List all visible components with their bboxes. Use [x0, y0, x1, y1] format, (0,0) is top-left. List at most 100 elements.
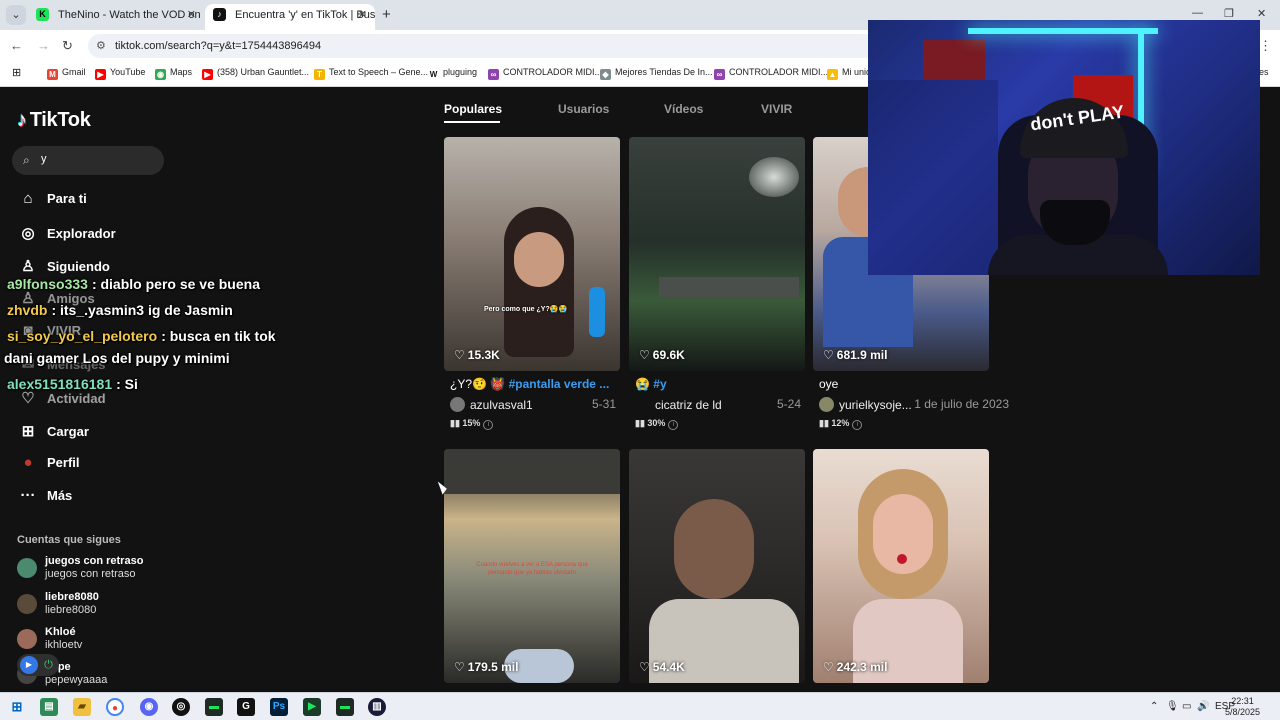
heart-icon: ♡	[454, 660, 465, 674]
nav-cargar[interactable]: ⊞ Cargar	[17, 422, 89, 448]
system-clock[interactable]: 22:31 5/8/2025	[1225, 696, 1260, 718]
bookmark-youtube[interactable]: ▶ YouTube	[95, 67, 145, 80]
network-icon[interactable]: ▭	[1182, 701, 1191, 712]
video-thumbnail[interactable]: Pero como que ¿Y?😭😭	[444, 137, 620, 371]
chrome-icon[interactable]: ●	[106, 698, 124, 716]
video-thumbnail[interactable]: Cuando vuelves a ver a ESA persona que p…	[444, 449, 620, 683]
heart-icon: ♡	[823, 348, 834, 362]
volume-icon[interactable]: 🔊	[1197, 701, 1209, 712]
compass-icon: ◎	[21, 225, 35, 242]
video-author[interactable]: yurielkysoje... 1 de julio de 2023	[819, 397, 1009, 413]
terminal-app-icon[interactable]: ▤	[40, 698, 58, 716]
bookmark-text-to-speech[interactable]: T Text to Speech – Gene...	[314, 67, 428, 80]
search-input[interactable]: ⌕ y	[12, 146, 164, 175]
like-count: ♡ 179.5 mil	[454, 660, 519, 674]
url-input[interactable]: ⚙ tiktok.com/search?q=y&t=1754443896494	[88, 34, 888, 58]
nav-mas[interactable]: ··· Más	[17, 487, 73, 513]
chat-message: si_soy_yo_el_pelotero: busca en tik tok	[7, 328, 276, 344]
tiktok-logo[interactable]: ♪ TikTok	[17, 109, 91, 132]
discord-icon[interactable]: ◉	[140, 698, 158, 716]
kick-app-icon[interactable]: ▬	[205, 698, 223, 716]
reload-icon[interactable]: ↻	[62, 38, 73, 54]
streamlabs-icon[interactable]: ▶	[303, 698, 321, 716]
video-caption[interactable]: ¿Y?🤨 👹 #pantalla verde ...	[450, 377, 620, 391]
tiktok-note-icon: ♪	[17, 109, 27, 131]
avatar	[819, 397, 834, 412]
bar-chart-icon: ▮▮	[635, 418, 645, 428]
windows-taskbar: ⊞ ▤ ▰ ● ◉ ◎ ▬ G Ps ▶ ▬ ▥ ⌃ 🎙 ▭ 🔊 ESP 22:…	[0, 692, 1280, 720]
wall-flag	[923, 40, 985, 80]
avatar	[635, 397, 650, 412]
windows-start-icon[interactable]: ⊞	[8, 698, 26, 716]
chat-message: dani gamer Los del pupy y minimi	[4, 350, 230, 366]
video-caption[interactable]: 😭 #y	[635, 377, 805, 391]
apps-grid-icon[interactable]: ⊞	[12, 66, 21, 79]
url-text: tiktok.com/search?q=y&t=1754443896494	[115, 40, 322, 52]
bookmark-gmail[interactable]: M Gmail	[47, 67, 86, 80]
profile-icon: ●	[23, 454, 33, 471]
nav-perfil[interactable]: ● Perfil	[17, 454, 79, 480]
tab-tiktok[interactable]: ♪ Encuentra 'y' en TikTok | Busca co ✕	[205, 4, 375, 30]
tray-chevron-icon[interactable]: ⌃	[1150, 701, 1158, 712]
store-icon: ◆	[600, 69, 611, 80]
video-thumbnail[interactable]	[629, 449, 805, 683]
like-count: ♡ 242.3 mil	[823, 660, 888, 674]
logitech-icon[interactable]: G	[237, 698, 255, 716]
bookmark-pluguing[interactable]: Wpluguing	[428, 67, 477, 80]
nav-para-ti[interactable]: ⌂ Para ti	[17, 190, 86, 216]
restore-icon[interactable]: ❐	[1224, 7, 1234, 20]
photoshop-icon[interactable]: Ps	[270, 698, 288, 716]
bookmark-tiendas[interactable]: ◆ Mejores Tiendas De In...	[600, 67, 713, 80]
video-caption[interactable]: oye	[819, 377, 989, 391]
floating-mini-player[interactable]: ▶ ⏻	[17, 654, 59, 676]
tab-vivir[interactable]: VIVIR	[761, 102, 792, 116]
kick-app-icon-2[interactable]: ▬	[336, 698, 354, 716]
info-icon[interactable]: i	[483, 420, 494, 430]
bookmark-midi-2[interactable]: ∞ CONTROLADOR MIDI...	[714, 67, 828, 80]
obs-icon[interactable]: ◎	[172, 698, 190, 716]
info-icon[interactable]: i	[852, 420, 863, 430]
bookmark-drive[interactable]: ▲ Mi unid	[827, 67, 871, 80]
minimize-icon[interactable]: —	[1192, 7, 1203, 19]
following-header: Cuentas que sigues	[17, 534, 121, 546]
bookmark-midi-1[interactable]: ∞ CONTROLADOR MIDI...	[488, 67, 602, 80]
recorder-icon[interactable]: ▥	[368, 698, 386, 716]
back-icon[interactable]: ←	[10, 38, 23, 53]
video-thumbnail[interactable]	[629, 137, 805, 371]
tab-populares[interactable]: Populares	[444, 102, 502, 116]
site-info-icon[interactable]: ⚙	[96, 34, 106, 58]
link-icon: ∞	[714, 69, 725, 80]
nav-actividad[interactable]: ♡ Actividad	[17, 389, 105, 415]
heart-icon: ♡	[454, 348, 465, 362]
video-thumbnail[interactable]	[813, 449, 989, 683]
file-explorer-icon[interactable]: ▰	[73, 698, 91, 716]
tab-usuarios[interactable]: Usuarios	[558, 102, 609, 116]
bookmark-urban-gauntlet[interactable]: ▶ (358) Urban Gauntlet...	[202, 67, 309, 80]
info-icon[interactable]: i	[668, 420, 679, 430]
close-tab-icon[interactable]: ✕	[187, 4, 196, 26]
nav-explorador[interactable]: ◎ Explorador	[17, 224, 115, 250]
close-tab-icon[interactable]: ✕	[358, 4, 367, 26]
window-close-icon[interactable]: ✕	[1257, 7, 1266, 20]
forward-icon[interactable]: →	[37, 38, 50, 53]
like-count: ♡ 15.3K	[454, 348, 500, 362]
play-icon: ▶	[20, 656, 38, 674]
like-count: ♡ 681.9 mil	[823, 348, 888, 362]
bookmark-maps[interactable]: ◉ Maps	[155, 67, 192, 80]
tab-videos[interactable]: Vídeos	[664, 102, 703, 116]
avatar	[17, 594, 37, 614]
tab-kick[interactable]: K TheNino - Watch the VOD on Kick ✕	[28, 4, 204, 30]
gmail-icon: M	[47, 69, 58, 80]
new-tab-button[interactable]: +	[382, 6, 391, 23]
bar-chart-icon: ▮▮	[819, 418, 829, 428]
tab-search-icon[interactable]: ⌄	[6, 5, 26, 25]
upload-icon: ⊞	[21, 423, 35, 440]
chat-message: zhvdb: its_.yasmin3 ig de Jasmin	[7, 302, 233, 318]
heart-icon: ♡	[639, 348, 650, 362]
maps-icon: ◉	[155, 69, 166, 80]
link-icon: ∞	[488, 69, 499, 80]
browser-menu-icon[interactable]: ⋮	[1259, 38, 1272, 54]
video-author[interactable]: azulvasval1 5-31	[450, 397, 620, 413]
microphone-icon[interactable]: 🎙	[1166, 701, 1179, 712]
video-author[interactable]: cicatriz de ld 5-24	[635, 397, 805, 413]
